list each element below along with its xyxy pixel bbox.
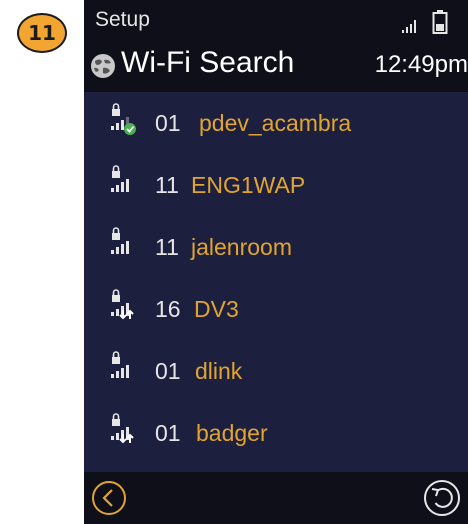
network-ssid: pdev_acambra [199, 110, 352, 136]
wifi-network-item[interactable]: 01 badger [84, 404, 468, 466]
network-ssid: jalenroom [191, 234, 292, 260]
channel-number: 11 [155, 234, 179, 260]
bottom-bar [84, 472, 468, 524]
wifi-network-item[interactable]: 16 DV3 [84, 280, 468, 342]
lock-signal-connected-icon [111, 103, 136, 135]
lock-signal-icon [111, 227, 129, 254]
clock-time: 12:49pm [374, 51, 468, 78]
network-ssid: dlink [195, 358, 243, 384]
network-ssid: ENG1WAP [191, 172, 306, 198]
signal-bars-icon [402, 20, 416, 33]
rotate-ccw-icon[interactable] [423, 479, 461, 517]
setup-label: Setup [95, 8, 150, 31]
wifi-network-item[interactable]: 01 dlink [84, 342, 468, 404]
screen-header: Wi-Fi Search 12:49pm [84, 42, 468, 92]
channel-number: 01 [155, 420, 181, 446]
channel-number: 01 [155, 110, 181, 136]
network-ssid: DV3 [194, 296, 239, 322]
globe-icon [91, 54, 115, 78]
device-screen: Setup Wi-Fi Search 12:49pm 01 pdev_acamb… [84, 0, 468, 524]
network-ssid: badger [196, 420, 268, 446]
wifi-network-list: 01 pdev_acambra 11 ENG1WAP 11 jalenroom … [84, 92, 468, 470]
battery-icon [432, 10, 448, 34]
lock-signal-icon [111, 351, 129, 378]
page-title: Wi-Fi Search [121, 46, 295, 79]
lock-signal-icon [111, 165, 129, 192]
step-number-badge: 11 [17, 13, 67, 53]
wifi-network-item[interactable]: 11 ENG1WAP [84, 156, 468, 218]
wifi-network-item[interactable]: 11 jalenroom [84, 218, 468, 280]
channel-number: 01 [155, 358, 181, 384]
lock-signal-download-icon [111, 289, 134, 320]
chevron-left-circle-icon[interactable] [91, 480, 127, 516]
channel-number: 11 [155, 172, 179, 198]
channel-number: 16 [155, 296, 181, 322]
status-bar: Setup [84, 0, 468, 42]
wifi-network-item[interactable]: 01 pdev_acambra [84, 94, 468, 156]
lock-signal-download-icon [111, 413, 134, 444]
